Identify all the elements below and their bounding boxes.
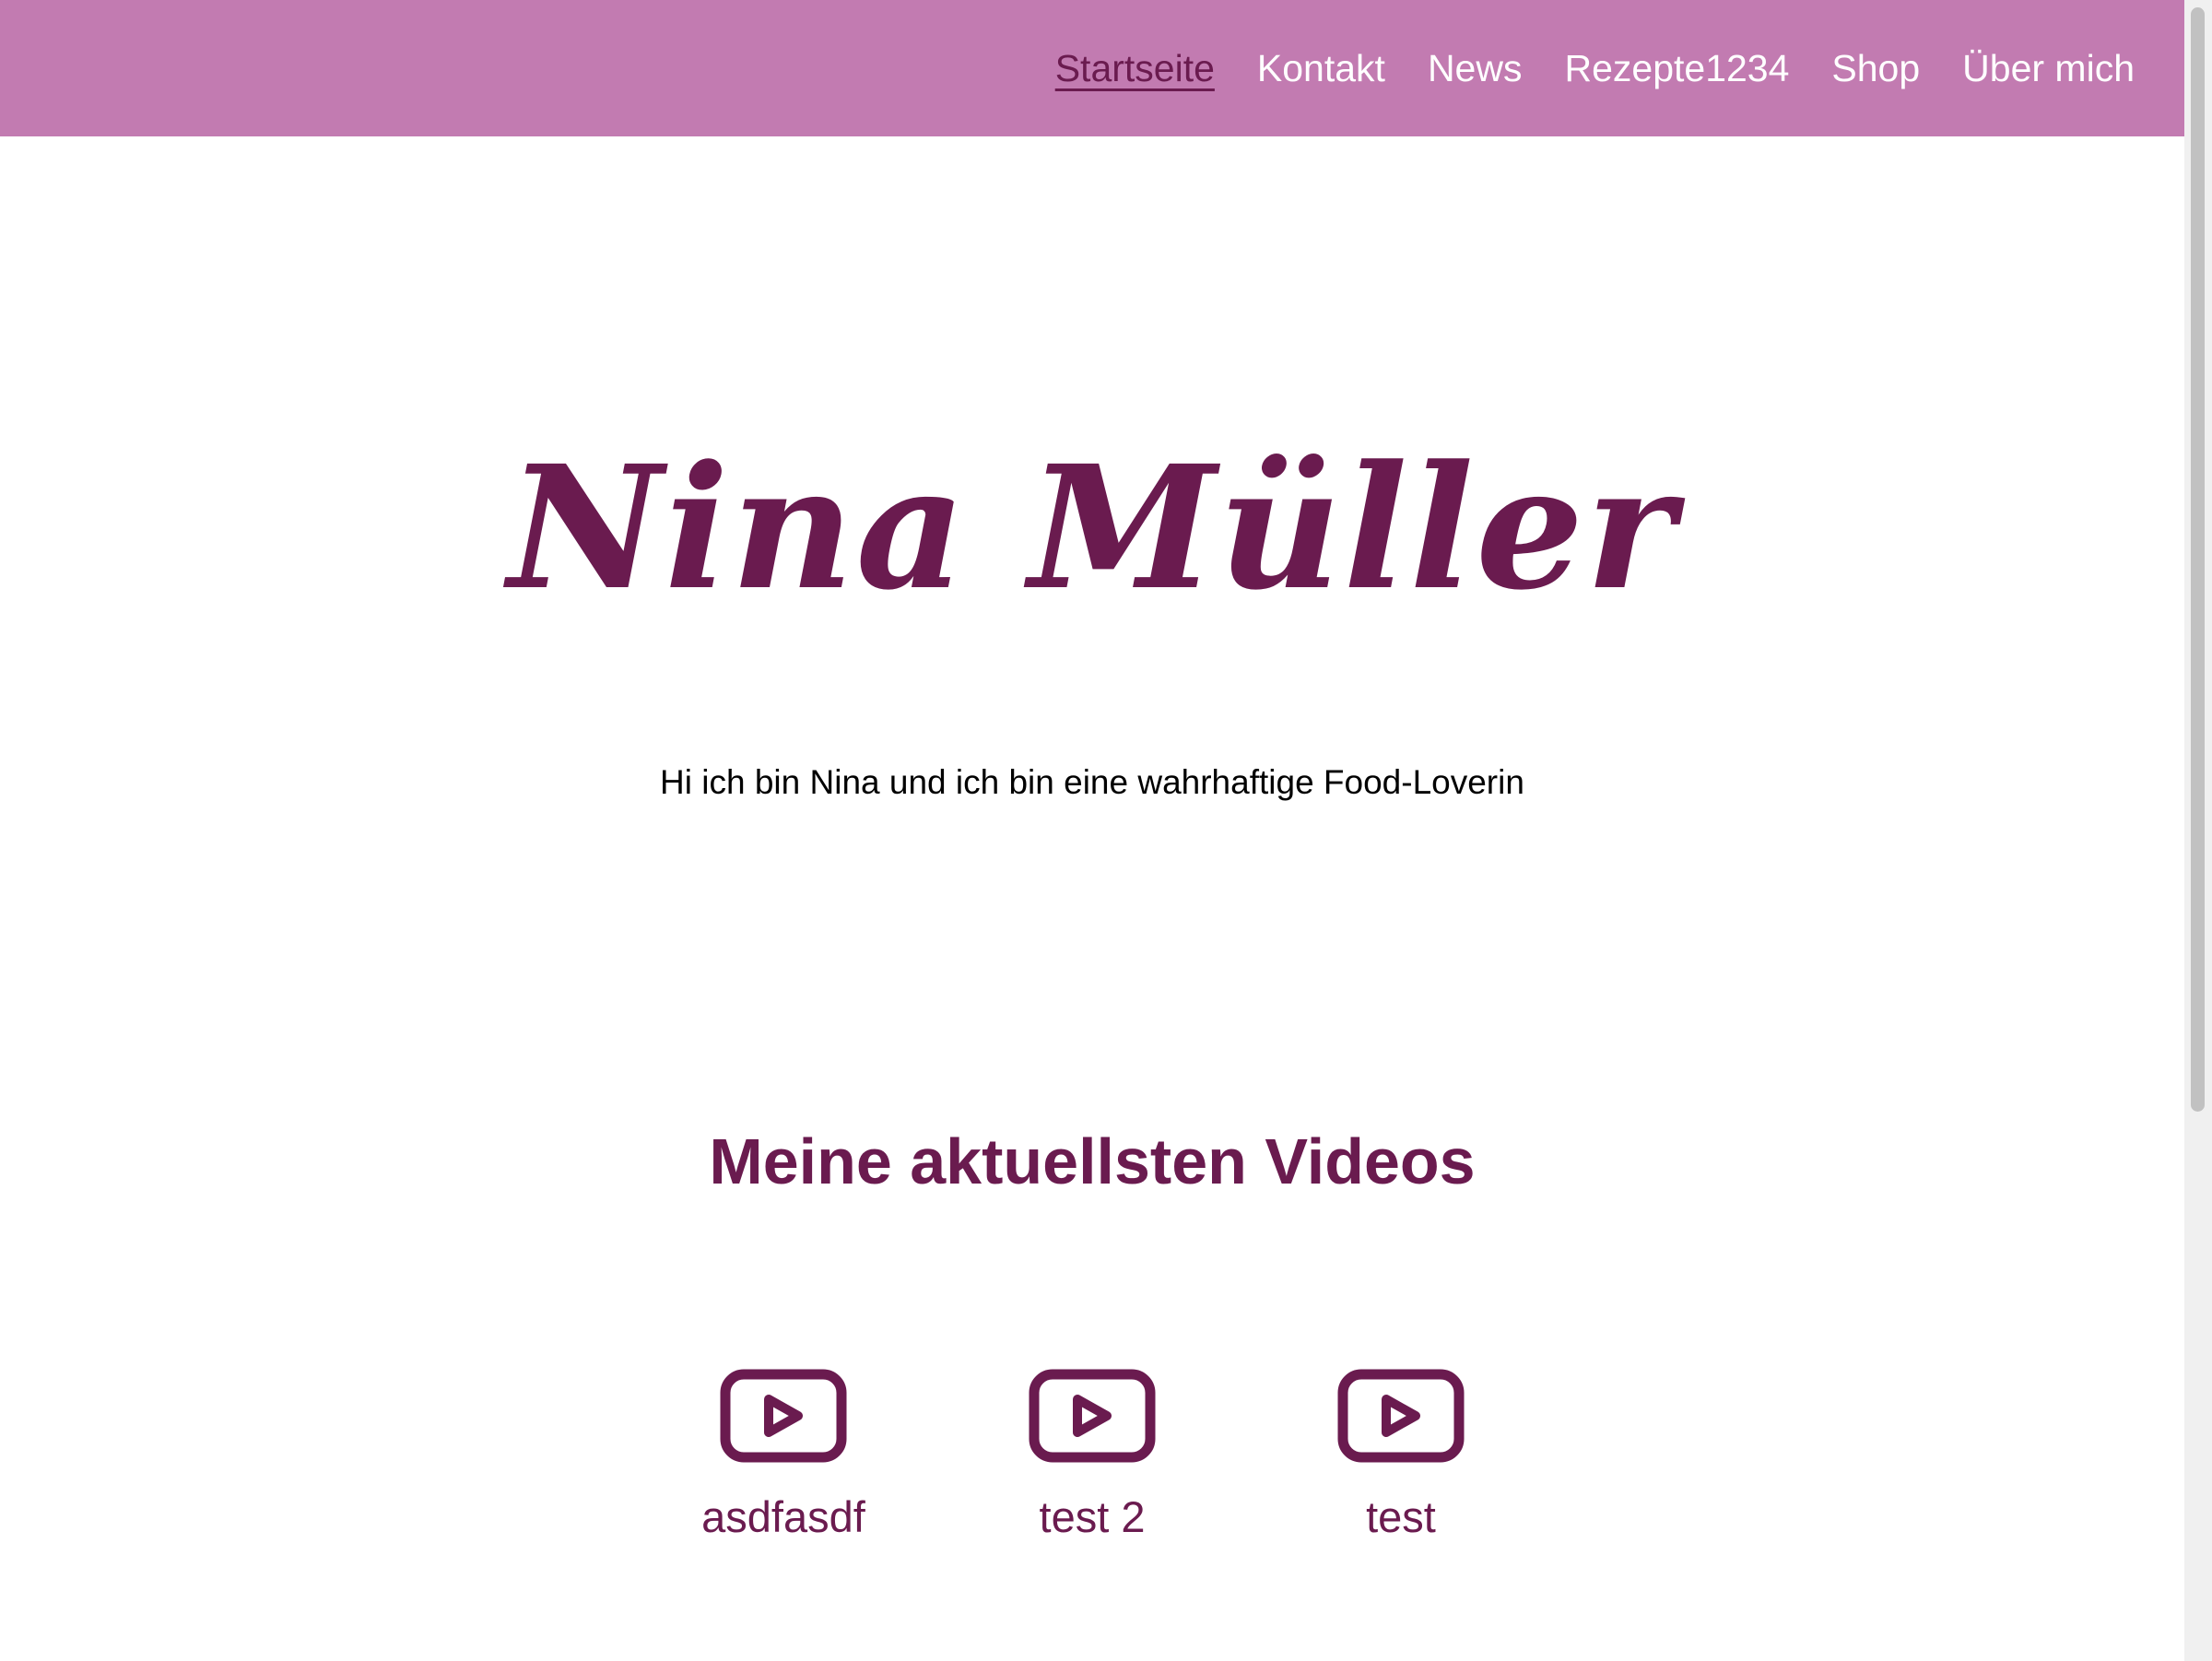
videos-section-title: Meine aktuellsten Videos (709, 1125, 1476, 1198)
nav-item-rezepte[interactable]: Rezepte1234 (1564, 49, 1789, 88)
video-title[interactable]: asdfasdf (701, 1493, 865, 1541)
video-title[interactable]: test (1366, 1493, 1436, 1541)
nav-item-startseite[interactable]: Startseite (1055, 49, 1215, 88)
nav-item-news[interactable]: News (1428, 49, 1523, 88)
hero-title: Nina Müller (507, 429, 1677, 629)
video-title[interactable]: test 2 (1040, 1493, 1146, 1541)
video-play-icon[interactable] (719, 1368, 848, 1464)
site-header: Startseite Kontakt News Rezepte1234 Shop… (0, 0, 2184, 136)
hero-intro-text: Hi ich bin Nina und ich bin eine wahrhaf… (660, 763, 1524, 801)
videos-list: asdfasdf test 2 test (631, 1368, 1553, 1541)
nav-item-ueber-mich[interactable]: Über mich (1962, 49, 2135, 88)
vertical-scrollbar[interactable] (2184, 0, 2212, 1661)
video-item[interactable]: asdfasdf (631, 1368, 935, 1541)
main-navigation: Startseite Kontakt News Rezepte1234 Shop… (1055, 0, 2135, 136)
video-play-icon[interactable] (1028, 1368, 1157, 1464)
video-play-icon[interactable] (1336, 1368, 1465, 1464)
page: Startseite Kontakt News Rezepte1234 Shop… (0, 0, 2184, 1661)
nav-item-kontakt[interactable]: Kontakt (1257, 49, 1385, 88)
video-item[interactable]: test 2 (940, 1368, 1244, 1541)
scrollbar-thumb[interactable] (2191, 7, 2205, 1112)
nav-item-shop[interactable]: Shop (1831, 49, 1920, 88)
video-item[interactable]: test (1249, 1368, 1553, 1541)
